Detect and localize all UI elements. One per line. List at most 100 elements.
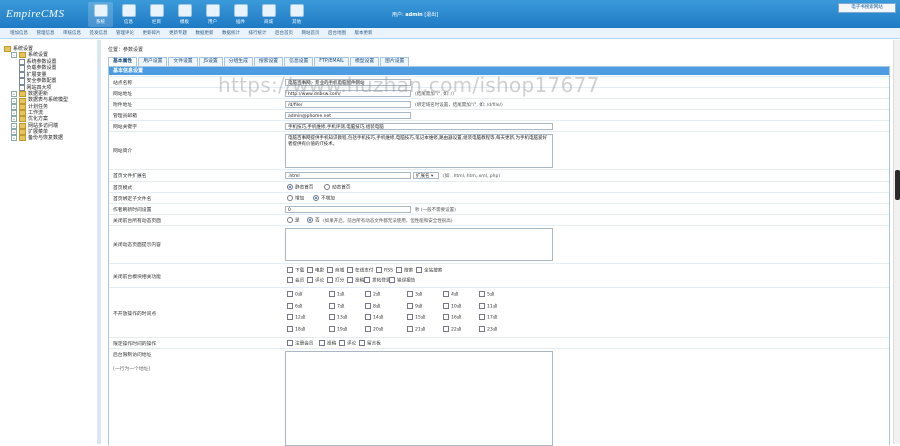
index-bind-add[interactable]: 增加 (287, 195, 304, 202)
hour-checkbox[interactable]: 5点 (479, 291, 495, 298)
submenu-item[interactable]: 数据更新 (196, 30, 214, 36)
logout-link[interactable]: [退出] (424, 12, 438, 18)
submenu-item[interactable]: 数据统计 (222, 30, 240, 36)
close-site-yes[interactable]: 是 (287, 217, 300, 224)
time-op-checkbox[interactable]: 评论 (339, 340, 356, 347)
hour-checkbox[interactable]: 11点 (479, 302, 497, 309)
intro-textarea[interactable]: 电脑百事网提供手机知识教程,包括手机技巧,手机维修,电脑技巧,笔记本维修,路由器… (285, 134, 553, 168)
tab-file[interactable]: 文件设置 (168, 57, 198, 66)
submenu-item[interactable]: 管理评论 (116, 30, 134, 36)
submenu-item[interactable]: 版本更新 (355, 30, 373, 36)
module-checkbox[interactable]: 在线支付 (347, 267, 373, 274)
module-checkbox[interactable]: 会员 (287, 277, 304, 284)
nav-shop[interactable]: 商城 (256, 2, 281, 27)
admin-email-input[interactable]: admin@phome.net (285, 112, 411, 119)
hour-checkbox[interactable]: 13点 (329, 314, 347, 321)
hour-checkbox[interactable]: 22点 (443, 325, 461, 332)
submenu-item[interactable]: 签发信息 (90, 30, 108, 36)
submenu-item[interactable]: 后台地图 (328, 30, 346, 36)
module-checkbox[interactable]: 发帖登录 (364, 277, 390, 284)
nav-system[interactable]: 系统 (88, 2, 113, 27)
tab-ftp[interactable]: FTP/EMAIL (314, 57, 349, 66)
expand-icon[interactable]: + (11, 122, 17, 129)
module-checkbox[interactable]: 投稿 (347, 277, 364, 284)
hour-checkbox[interactable]: 16点 (443, 314, 461, 321)
hour-checkbox[interactable]: 20点 (365, 325, 383, 332)
module-checkbox[interactable]: 电影 (307, 267, 324, 274)
hour-checkbox[interactable]: 17点 (479, 314, 497, 321)
tab-info[interactable]: 信息设置 (284, 57, 314, 66)
hour-checkbox[interactable]: 0点 (287, 291, 303, 298)
keywords-input[interactable]: 手机技巧,手机维修,手机评测,电脑技巧,组装电脑 (285, 123, 553, 130)
hour-checkbox[interactable]: 6点 (287, 302, 303, 309)
hour-checkbox[interactable]: 10点 (443, 302, 461, 309)
ip-list-textarea[interactable] (285, 351, 553, 446)
tab-user[interactable]: 用户设置 (138, 57, 168, 66)
hour-checkbox[interactable]: 19点 (329, 325, 347, 332)
hour-checkbox[interactable]: 21点 (407, 325, 425, 332)
index-ext-select[interactable]: 扩展名 ▾ (413, 172, 439, 179)
page-scrollbar[interactable] (893, 40, 900, 444)
time-op-checkbox[interactable]: 留言板 (359, 340, 381, 347)
hour-checkbox[interactable]: 12点 (287, 314, 305, 321)
submenu-item[interactable]: 管理信息 (37, 30, 55, 36)
tab-js[interactable]: JS设置 (198, 57, 223, 66)
close-site-no[interactable]: 否 (307, 217, 320, 224)
expand-icon[interactable]: + (11, 135, 17, 142)
module-checkbox[interactable]: 搜索 (396, 267, 413, 274)
hour-checkbox[interactable]: 2点 (365, 291, 381, 298)
tab-basic[interactable]: 基本属性 (108, 57, 138, 66)
module-checkbox[interactable]: 全站搜索 (416, 267, 442, 274)
hour-checkbox[interactable]: 3点 (407, 291, 423, 298)
submenu-item[interactable]: 增加信息 (10, 30, 28, 36)
expand-icon[interactable]: + (11, 116, 17, 123)
hour-checkbox[interactable]: 18点 (287, 325, 305, 332)
module-checkbox[interactable]: RSS (376, 267, 393, 274)
sidebar-item-backup[interactable]: + 备份与恢复数据 (4, 135, 97, 142)
expand-icon[interactable]: + (11, 110, 17, 117)
nav-template[interactable]: 模板 (172, 2, 197, 27)
tab-image[interactable]: 图片设置 (380, 57, 410, 66)
module-checkbox[interactable]: 评论 (307, 277, 324, 284)
top-right-button[interactable]: 电子书搜索网站 (838, 3, 896, 13)
hour-checkbox[interactable]: 9点 (407, 302, 423, 309)
index-bind-none[interactable]: 不增加 (313, 195, 335, 202)
module-checkbox[interactable]: 下载 (287, 267, 304, 274)
submenu-item[interactable]: 排行统计 (249, 30, 267, 36)
hour-checkbox[interactable]: 4点 (443, 291, 459, 298)
nav-other[interactable]: 其他 (284, 2, 309, 27)
submenu-item[interactable]: 审核信息 (63, 30, 81, 36)
submenu-item[interactable]: 后台首页 (275, 30, 293, 36)
hour-checkbox[interactable]: 1点 (329, 291, 345, 298)
hour-checkbox[interactable]: 23点 (479, 325, 497, 332)
scrollbar-thumb[interactable] (895, 170, 900, 200)
attach-url-input[interactable]: /d/file/ (285, 101, 411, 108)
nav-info[interactable]: 信息 (116, 2, 141, 27)
time-op-checkbox[interactable]: 投稿 (319, 340, 336, 347)
index-mode-dynamic[interactable]: 动态首页 (324, 184, 350, 191)
time-op-checkbox[interactable]: 注册会员 (287, 340, 313, 347)
submenu-item[interactable]: 更新碎片 (143, 30, 161, 36)
op-interval-input[interactable]: 0 (285, 206, 411, 213)
submenu-item[interactable]: 网站首页 (302, 30, 320, 36)
module-checkbox[interactable]: 错误报告 (389, 277, 415, 284)
expand-icon[interactable]: + (11, 91, 17, 98)
nav-user[interactable]: 用户 (200, 2, 225, 27)
collapse-icon[interactable]: − (11, 52, 17, 59)
hour-checkbox[interactable]: 15点 (407, 314, 425, 321)
expand-icon[interactable]: + (11, 103, 17, 110)
submenu-item[interactable]: 更新专题 (169, 30, 187, 36)
expand-icon[interactable]: + (11, 97, 17, 104)
hour-checkbox[interactable]: 7点 (329, 302, 345, 309)
tab-search[interactable]: 搜索设置 (253, 57, 284, 66)
sidebar-splitter[interactable] (97, 40, 101, 444)
expand-icon[interactable]: + (11, 129, 17, 136)
hour-checkbox[interactable]: 14点 (365, 314, 383, 321)
hour-checkbox[interactable]: 8点 (365, 302, 381, 309)
nav-plugin[interactable]: 插件 (228, 2, 253, 27)
tab-group[interactable]: 分组生成 (223, 57, 253, 66)
index-mode-static[interactable]: 静态首页 (287, 184, 313, 191)
module-checkbox[interactable]: 商城 (327, 267, 344, 274)
module-checkbox[interactable]: 打分 (327, 277, 344, 284)
nav-column[interactable]: 栏目 (144, 2, 169, 27)
